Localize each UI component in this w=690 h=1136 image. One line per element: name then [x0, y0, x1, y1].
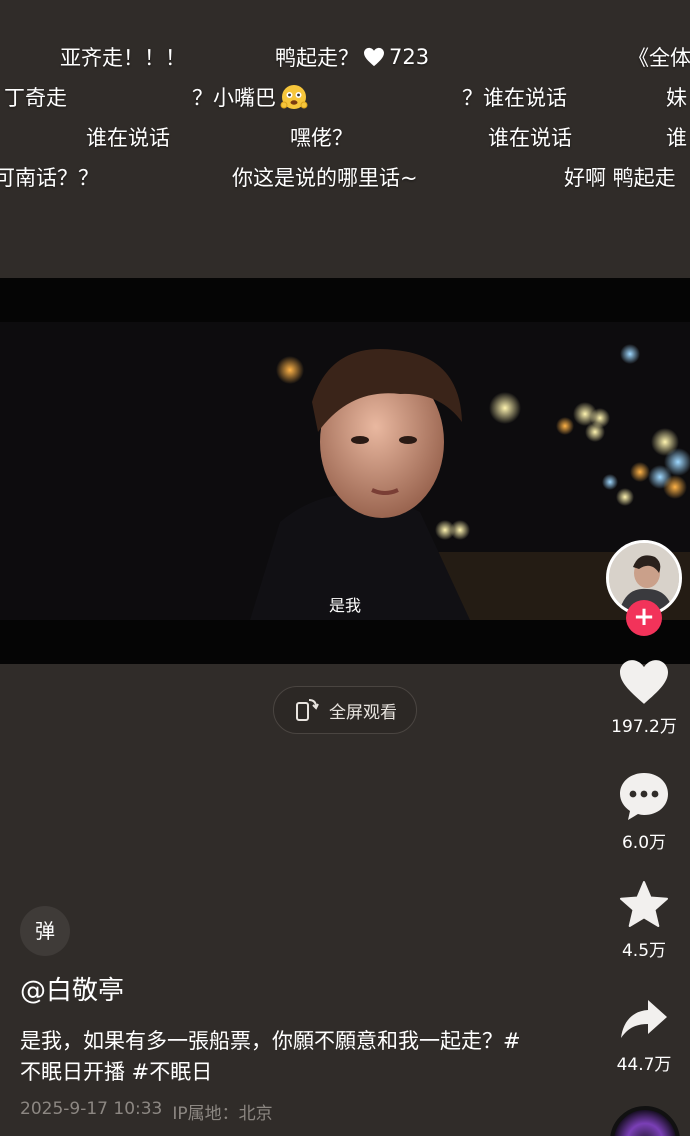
- danmaku-item: 嘿佬？: [290, 126, 353, 150]
- danmaku-item: 谁: [666, 126, 687, 150]
- fullscreen-button[interactable]: 全屏观看: [273, 686, 417, 734]
- danmaku-item: 你这是说的哪里话~: [232, 166, 418, 190]
- heart-icon: [620, 660, 668, 704]
- danmaku-item: 鸭起走？ 723: [275, 45, 430, 70]
- creator-username[interactable]: @白敬亭: [20, 970, 124, 1007]
- share-arrow-icon: [621, 1000, 667, 1038]
- video-frame: [0, 322, 690, 620]
- post-caption: 是我，如果有多一張船票，你願不願意和我一起走？#不眠日开播 #不眠日: [20, 1029, 521, 1084]
- danmaku-item: 丁奇走: [4, 86, 67, 110]
- follow-button[interactable]: +: [626, 600, 662, 636]
- danmaku-layer: 亚齐走！！！ 鸭起走？ 723 《全体 丁奇走 ？小嘴巴 ？谁在说话 妹 谁在说…: [0, 30, 690, 210]
- heart-icon: [364, 47, 384, 67]
- comment-icon: [620, 773, 668, 820]
- danmaku-item: 谁在说话: [488, 126, 572, 150]
- fullscreen-label: 全屏观看: [329, 702, 397, 723]
- comment-count: 6.0万: [621, 833, 667, 853]
- star-icon: [620, 881, 668, 927]
- like-button[interactable]: 197.2万: [604, 658, 684, 737]
- comment-button[interactable]: 6.0万: [604, 770, 684, 853]
- video-subtitle: 是我: [328, 596, 361, 615]
- post-timestamp: 2025-9-17 10:33: [20, 1099, 163, 1119]
- share-count: 44.7万: [616, 1055, 672, 1075]
- rotate-screen-icon: [296, 699, 319, 721]
- like-count: 197.2万: [611, 717, 677, 737]
- danmaku-item: 好啊 鸭起走: [564, 166, 676, 190]
- favorite-count: 4.5万: [621, 941, 667, 961]
- danmaku-toggle-button[interactable]: 弹: [20, 906, 70, 956]
- favorite-button[interactable]: 4.5万: [604, 880, 684, 961]
- danmaku-item: 谁在说话: [86, 126, 170, 150]
- post-meta: 2025-9-17 10:33 IP属地：北京: [20, 1099, 273, 1124]
- danmaku-item: ？小嘴巴: [192, 82, 308, 112]
- danmaku-item: ？谁在说话: [462, 86, 567, 110]
- danmaku-item: 妹: [666, 86, 687, 110]
- video-scene-image: [0, 322, 690, 620]
- share-button[interactable]: 44.7万: [604, 996, 684, 1075]
- shocked-face-emoji-icon: [280, 85, 308, 109]
- ip-location: IP属地：北京: [172, 1104, 273, 1124]
- danmaku-item: 亚齐走！！！: [60, 46, 186, 70]
- danmaku-item: 《全体: [628, 46, 690, 70]
- music-disc-icon[interactable]: [610, 1106, 680, 1136]
- danmaku-item: 可南话？？: [0, 166, 99, 190]
- video-player[interactable]: 是我: [0, 278, 690, 664]
